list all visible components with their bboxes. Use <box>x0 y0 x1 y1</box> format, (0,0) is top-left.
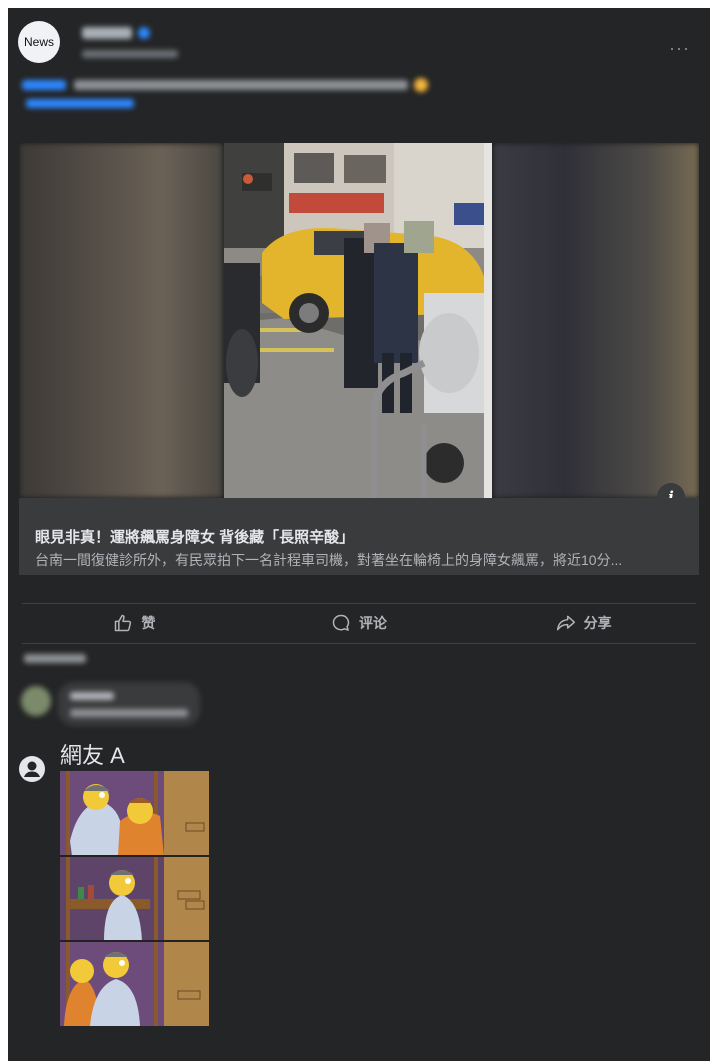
post-actions: 赞 评论 分享 <box>22 604 696 642</box>
commenter-avatar-redacted[interactable] <box>21 686 51 716</box>
post-header: News ··· <box>8 8 710 122</box>
comment-bubble-redacted <box>58 682 200 726</box>
video-blur-left <box>19 143 223 498</box>
like-label: 赞 <box>141 615 156 631</box>
comment-sort-redacted[interactable] <box>24 654 86 663</box>
comment-label: 评论 <box>359 615 387 631</box>
link-description: 台南一間復健診所外，有民眾拍下一名計程車司機，對著坐在輪椅上的身障女飆罵，將近1… <box>35 552 623 568</box>
page-margin <box>0 122 8 592</box>
more-options-icon[interactable]: ··· <box>669 38 690 59</box>
page-margin <box>710 122 717 592</box>
street-scene <box>224 143 492 498</box>
video-frame[interactable] <box>224 143 492 498</box>
verified-badge-icon <box>138 27 150 39</box>
page-avatar[interactable]: News <box>18 21 60 63</box>
comment-text-redacted <box>70 709 188 717</box>
like-button[interactable]: 赞 <box>22 604 247 642</box>
emoji-icon <box>414 78 428 92</box>
comment-icon <box>332 614 350 631</box>
link-caption[interactable]: 眼見非真！運將飆罵身障女 背後藏「長照辛酸」 台南一間復健診所外，有民眾拍下一名… <box>19 498 699 575</box>
video-blur-right <box>493 143 699 498</box>
post-text-redacted <box>74 80 408 90</box>
thumbs-up-icon <box>115 614 132 632</box>
comment-author[interactable]: 網友 A <box>60 738 125 770</box>
page-name-redacted[interactable] <box>82 27 132 39</box>
post-link-redacted[interactable] <box>26 99 134 108</box>
share-label: 分享 <box>583 615 612 631</box>
user-avatar-icon[interactable] <box>19 756 45 782</box>
meme-image[interactable] <box>60 771 209 1026</box>
share-button[interactable]: 分享 <box>471 604 696 642</box>
post-text-redacted <box>22 80 66 90</box>
divider <box>22 643 696 644</box>
meme-illustration <box>60 771 209 1026</box>
share-icon <box>556 615 575 631</box>
link-title[interactable]: 眼見非真！運將飆罵身障女 背後藏「長照辛酸」 <box>35 526 354 547</box>
comment-button[interactable]: 评论 <box>247 604 472 642</box>
comment-text-redacted <box>70 692 114 700</box>
post-timestamp-redacted[interactable] <box>82 50 178 58</box>
video-preview[interactable]: i <box>19 143 699 498</box>
